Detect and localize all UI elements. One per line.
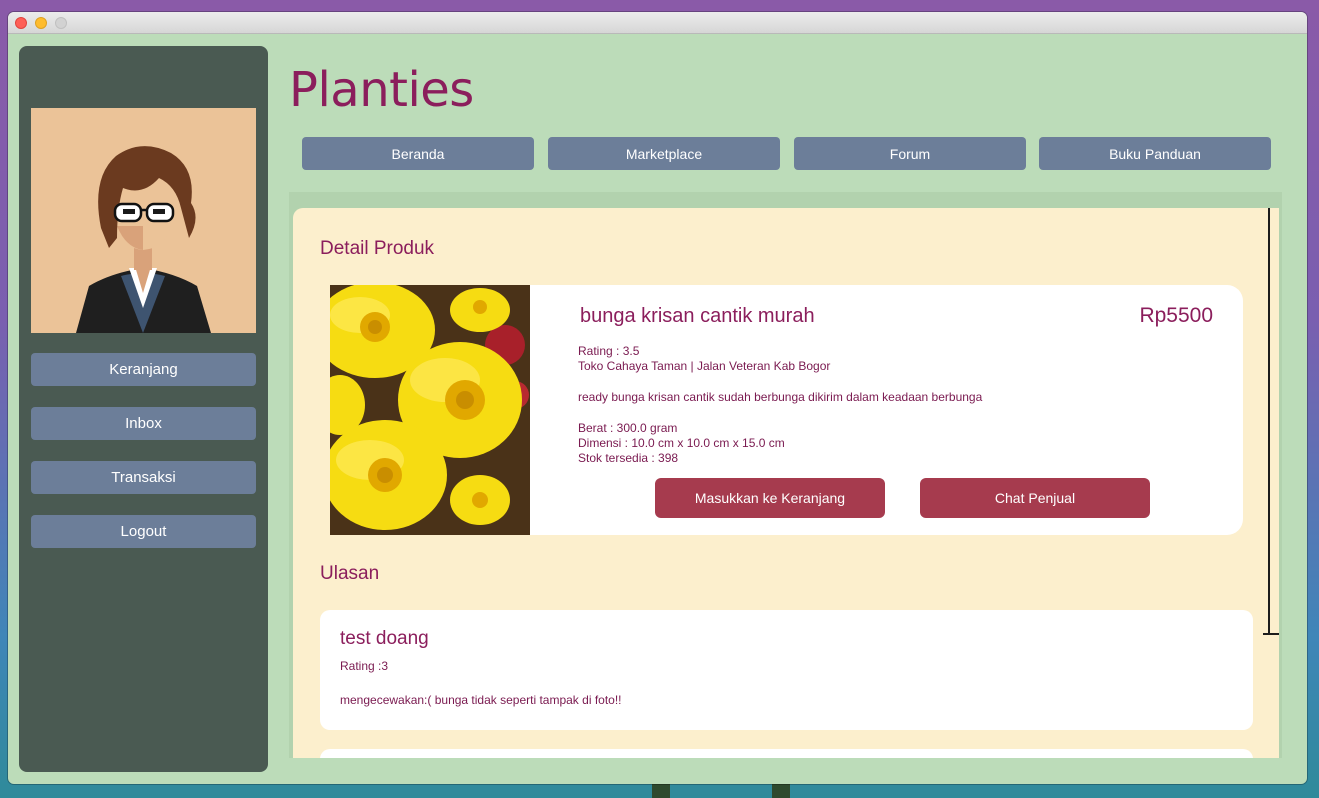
flower-photo — [330, 285, 530, 535]
tab-buku-panduan[interactable]: Buku Panduan — [1039, 137, 1271, 170]
product-name: bunga krisan cantik murah — [580, 305, 815, 327]
tab-forum[interactable]: Forum — [794, 137, 1026, 170]
product-image — [330, 285, 530, 535]
sidebar: Keranjang Inbox Transaksi Logout — [19, 46, 268, 772]
add-to-cart-button[interactable]: Masukkan ke Keranjang — [655, 478, 885, 518]
avatar-illustration — [31, 108, 256, 333]
sidebar-item-keranjang[interactable]: Keranjang — [31, 353, 256, 386]
tab-marketplace[interactable]: Marketplace — [548, 137, 780, 170]
window-titlebar[interactable] — [8, 12, 1307, 34]
review-rating: Rating :3 — [340, 659, 389, 673]
scrollbar-end — [1263, 633, 1279, 635]
scroll-content[interactable]: Detail Produk bunga krisan cantik murah … — [293, 208, 1279, 758]
tab-beranda[interactable]: Beranda — [302, 137, 534, 170]
sidebar-item-transaksi[interactable]: Transaksi — [31, 461, 256, 494]
chat-seller-button[interactable]: Chat Penjual — [920, 478, 1150, 518]
minimize-window-button[interactable] — [35, 17, 47, 29]
product-card: bunga krisan cantik murah Rp5500 Rating … — [330, 285, 1243, 535]
product-weight: Berat : 300.0 gram — [578, 421, 678, 435]
product-section-title: Detail Produk — [320, 238, 435, 259]
review-text: mengecewakan:( bunga tidak seperti tampa… — [340, 693, 622, 707]
scrollbar-track[interactable] — [1268, 208, 1270, 635]
close-window-button[interactable] — [15, 17, 27, 29]
product-dimension: Dimensi : 10.0 cm x 10.0 cm x 15.0 cm — [578, 436, 785, 450]
product-description: ready bunga krisan cantik sudah berbunga… — [578, 390, 983, 404]
product-price: Rp5500 — [1139, 304, 1213, 327]
app-window: Keranjang Inbox Transaksi Logout Plantie… — [8, 12, 1307, 784]
avatar — [31, 108, 256, 333]
app-title: Planties — [289, 62, 474, 118]
review-card: test doang Rating :3 mengecewakan:( bung… — [320, 610, 1253, 730]
reviews-section-title: Ulasan — [320, 563, 380, 584]
sidebar-item-inbox[interactable]: Inbox — [31, 407, 256, 440]
content-frame: Detail Produk bunga krisan cantik murah … — [289, 192, 1282, 758]
review-card — [320, 749, 1253, 758]
review-title: test doang — [340, 628, 429, 649]
maximize-window-button[interactable] — [55, 17, 67, 29]
product-rating: Rating : 3.5 — [578, 344, 640, 358]
product-stock: Stok tersedia : 398 — [578, 451, 679, 465]
sidebar-item-logout[interactable]: Logout — [31, 515, 256, 548]
product-store: Toko Cahaya Taman | Jalan Veteran Kab Bo… — [578, 359, 831, 373]
